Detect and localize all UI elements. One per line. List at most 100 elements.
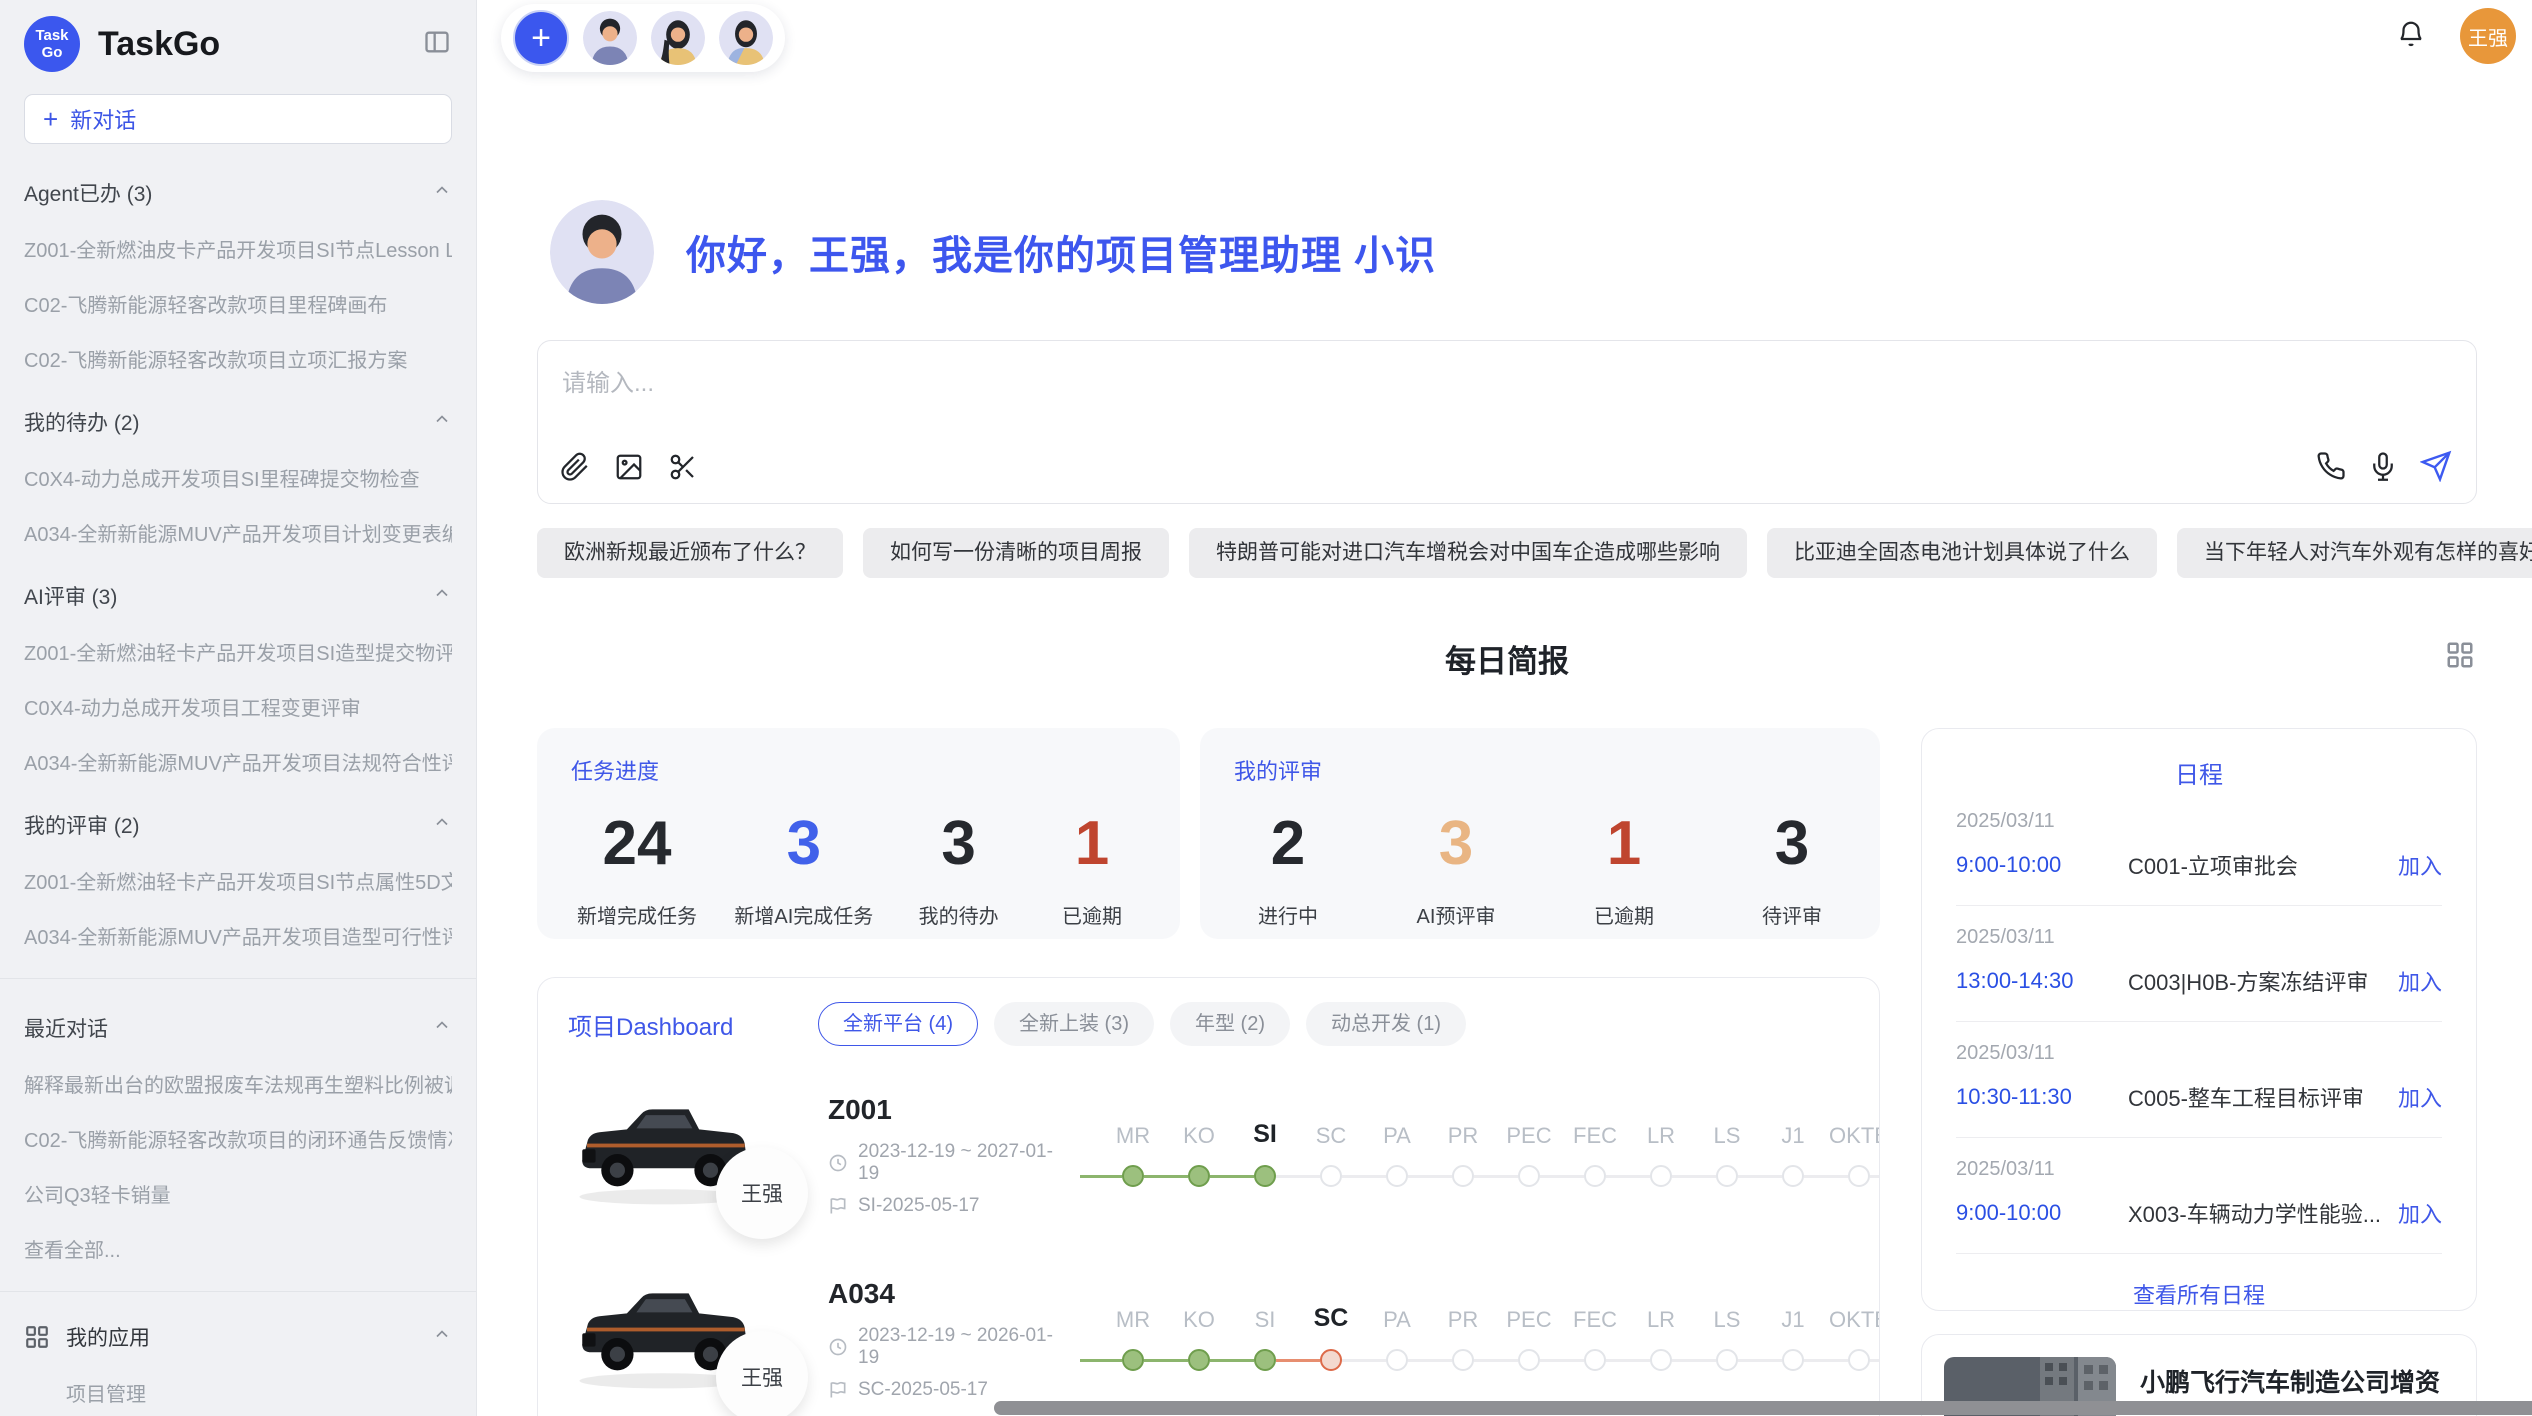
- chevron-up-icon[interactable]: [432, 583, 452, 609]
- milestone-dot[interactable]: [1650, 1349, 1672, 1371]
- list-item[interactable]: Z001-全新燃油皮卡产品开发项目SI节点Lesson Learn报告: [24, 234, 452, 263]
- milestone-dot[interactable]: [1716, 1165, 1738, 1187]
- stat-my-todo[interactable]: 3我的待办: [911, 808, 1007, 929]
- milestone-dot[interactable]: [1188, 1165, 1210, 1187]
- project-row-a034[interactable]: 王强 A034 2023-12-19 ~ 2026-01-19 SC-2025-…: [568, 1264, 1849, 1414]
- view-all-chats[interactable]: 查看全部...: [24, 1234, 452, 1263]
- join-link[interactable]: 加入: [2398, 1081, 2442, 1113]
- join-link[interactable]: 加入: [2398, 849, 2442, 881]
- chevron-up-icon[interactable]: [432, 180, 452, 206]
- list-item[interactable]: Z001-全新燃油轻卡产品开发项目SI节点属性5D文件评审: [24, 866, 452, 895]
- attachment-icon[interactable]: [560, 452, 590, 487]
- voice-call-icon[interactable]: [2316, 451, 2346, 486]
- milestone-dot[interactable]: [1782, 1349, 1804, 1371]
- milestone-dot[interactable]: [1848, 1165, 1870, 1187]
- milestone-dot[interactable]: [1188, 1349, 1210, 1371]
- image-upload-icon[interactable]: [614, 452, 644, 487]
- section-ai-review[interactable]: AI评审 (3): [24, 581, 452, 611]
- list-item[interactable]: C02-飞腾新能源轻客改款项目的闭环通告反馈情况: [24, 1124, 452, 1153]
- user-avatar[interactable]: 王强: [2460, 8, 2516, 64]
- milestone-dot[interactable]: [1122, 1349, 1144, 1371]
- schedule-event[interactable]: 2025/03/11 9:00-10:00 X003-车辆动力学性能验... 加…: [1956, 1138, 2442, 1254]
- list-item[interactable]: 公司Q3轻卡销量: [24, 1179, 452, 1208]
- logo-text-top: Task: [35, 27, 68, 44]
- assistant-avatar-1[interactable]: [583, 11, 637, 65]
- milestone-dot[interactable]: [1386, 1349, 1408, 1371]
- list-item[interactable]: C02-飞腾新能源轻客改款项目里程碑画布: [24, 289, 452, 318]
- list-item[interactable]: A034-全新新能源MUV产品开发项目造型可行性评审: [24, 921, 452, 950]
- tab-all-new-body[interactable]: 全新上装 (3): [994, 1002, 1154, 1046]
- suggestion-chip[interactable]: 欧洲新规最近颁布了什么？: [537, 528, 843, 578]
- join-link[interactable]: 加入: [2398, 965, 2442, 997]
- stat-new-done[interactable]: 24新增完成任务: [577, 808, 697, 929]
- milestone-dot[interactable]: [1518, 1349, 1540, 1371]
- stat-pending-review[interactable]: 3待评审: [1744, 808, 1840, 929]
- event-time: 10:30-11:30: [1956, 1084, 2128, 1110]
- milestone-dot[interactable]: [1452, 1165, 1474, 1187]
- milestone-dot[interactable]: [1782, 1165, 1804, 1187]
- sidebar-item-my-apps[interactable]: 我的应用: [24, 1322, 452, 1352]
- new-chat-button[interactable]: + 新对话: [24, 94, 452, 144]
- milestone-dot[interactable]: [1650, 1165, 1672, 1187]
- layout-grid-icon[interactable]: [2445, 640, 2475, 675]
- list-item[interactable]: A034-全新新能源MUV产品开发项目计划变更表编写: [24, 518, 452, 547]
- message-composer[interactable]: 请输入...: [537, 340, 2477, 504]
- schedule-event[interactable]: 2025/03/11 10:30-11:30 C005-整车工程目标评审 加入: [1956, 1022, 2442, 1138]
- stat-new-ai-done[interactable]: 3新增AI完成任务: [734, 808, 873, 929]
- tab-year-model[interactable]: 年型 (2): [1170, 1002, 1290, 1046]
- milestone-dot[interactable]: [1584, 1349, 1606, 1371]
- milestone-dot[interactable]: [1320, 1349, 1342, 1371]
- chevron-up-icon[interactable]: [432, 1015, 452, 1041]
- event-date: 2025/03/11: [1956, 1042, 2442, 1065]
- milestone-dot[interactable]: [1386, 1165, 1408, 1187]
- collapse-sidebar-icon[interactable]: [422, 28, 452, 61]
- tab-powertrain-dev[interactable]: 动总开发 (1): [1306, 1002, 1466, 1046]
- section-my-todo[interactable]: 我的待办 (2): [24, 407, 452, 437]
- milestone-dot[interactable]: [1320, 1165, 1342, 1187]
- schedule-event[interactable]: 2025/03/11 9:00-10:00 C001-立项审批会 加入: [1956, 790, 2442, 906]
- tab-all-new-platform[interactable]: 全新平台 (4): [818, 1002, 978, 1046]
- stat-ai-pre-review[interactable]: 3AI预评审: [1408, 808, 1504, 929]
- chevron-up-icon[interactable]: [432, 1324, 452, 1350]
- project-row-z001[interactable]: 王强 Z001 2023-12-19 ~ 2027-01-19 SI-2025-…: [568, 1080, 1849, 1230]
- section-recent-chats[interactable]: 最近对话: [24, 1013, 452, 1043]
- suggestion-chip[interactable]: 如何写一份清晰的项目周报: [863, 528, 1169, 578]
- notification-bell-icon[interactable]: [2396, 19, 2426, 54]
- join-link[interactable]: 加入: [2398, 1197, 2442, 1229]
- stat-overdue[interactable]: 1已逾期: [1576, 808, 1672, 929]
- list-item[interactable]: 解释最新出台的欧盟报废车法规再生塑料比例被调至15%...: [24, 1069, 452, 1098]
- project-flag: SC-2025-05-17: [858, 1379, 988, 1401]
- chevron-up-icon[interactable]: [432, 812, 452, 838]
- horizontal-scrollbar[interactable]: [994, 1401, 2532, 1415]
- send-icon[interactable]: [2420, 450, 2452, 487]
- stat-in-progress[interactable]: 2进行中: [1240, 808, 1336, 929]
- list-item[interactable]: Z001-全新燃油轻卡产品开发项目SI造型提交物评审: [24, 637, 452, 666]
- section-my-review[interactable]: 我的评审 (2): [24, 810, 452, 840]
- chevron-up-icon[interactable]: [432, 409, 452, 435]
- screenshot-scissors-icon[interactable]: [668, 452, 698, 487]
- suggestion-chip[interactable]: 当下年轻人对汽车外观有怎样的喜好趋势: [2177, 528, 2532, 578]
- microphone-icon[interactable]: [2368, 451, 2398, 486]
- assistant-avatar-2[interactable]: [651, 11, 705, 65]
- list-item[interactable]: C0X4-动力总成开发项目工程变更评审: [24, 692, 452, 721]
- view-all-schedule-link[interactable]: 查看所有日程: [1956, 1278, 2442, 1310]
- milestone-dot[interactable]: [1848, 1349, 1870, 1371]
- section-agent-done[interactable]: Agent已办 (3): [24, 178, 452, 208]
- milestone-dot[interactable]: [1254, 1349, 1276, 1371]
- add-assistant-button[interactable]: +: [513, 10, 569, 66]
- milestone-dot[interactable]: [1518, 1165, 1540, 1187]
- milestone-dot[interactable]: [1716, 1349, 1738, 1371]
- list-item[interactable]: A034-全新新能源MUV产品开发项目法规符合性评审: [24, 747, 452, 776]
- suggestion-chip[interactable]: 特朗普可能对进口汽车增税会对中国车企造成哪些影响: [1189, 528, 1747, 578]
- sidebar-item-project-mgmt[interactable]: 项目管理: [66, 1378, 452, 1407]
- list-item[interactable]: C02-飞腾新能源轻客改款项目立项汇报方案: [24, 344, 452, 373]
- suggestion-chip[interactable]: 比亚迪全固态电池计划具体说了什么: [1767, 528, 2157, 578]
- milestone-dot[interactable]: [1254, 1165, 1276, 1187]
- milestone-dot[interactable]: [1122, 1165, 1144, 1187]
- assistant-avatar-3[interactable]: [719, 11, 773, 65]
- milestone-dot[interactable]: [1452, 1349, 1474, 1371]
- milestone-dot[interactable]: [1584, 1165, 1606, 1187]
- stat-overdue[interactable]: 1已逾期: [1044, 808, 1140, 929]
- schedule-event[interactable]: 2025/03/11 13:00-14:30 C003|H0B-方案冻结评审 加…: [1956, 906, 2442, 1022]
- list-item[interactable]: C0X4-动力总成开发项目SI里程碑提交物检查: [24, 463, 452, 492]
